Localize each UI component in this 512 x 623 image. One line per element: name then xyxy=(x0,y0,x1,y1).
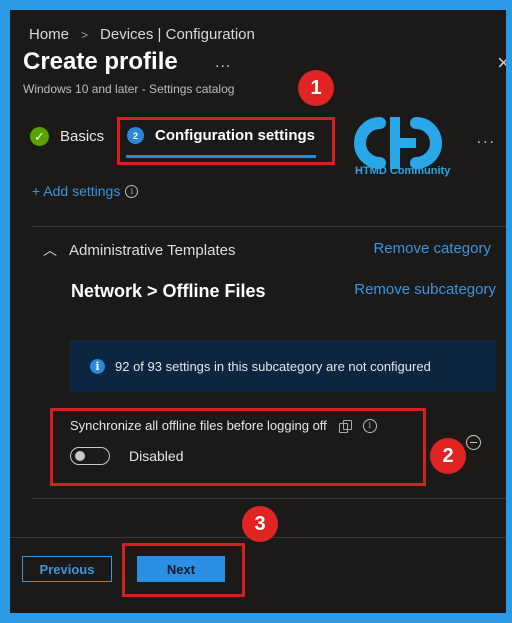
close-icon[interactable]: × xyxy=(497,50,506,76)
callout-badge-3: 3 xyxy=(242,506,278,542)
banner-text: 92 of 93 settings in this subcategory ar… xyxy=(115,358,431,374)
remove-category-link[interactable]: Remove category xyxy=(373,240,491,257)
highlight-box-setting xyxy=(50,408,426,486)
breadcrumb-current[interactable]: Devices | Configuration xyxy=(100,26,255,43)
divider xyxy=(32,226,506,227)
info-icon[interactable]: i xyxy=(125,184,139,198)
add-settings-link[interactable]: + Add settings i xyxy=(32,183,139,199)
tab-basics-label: Basics xyxy=(60,128,105,145)
breadcrumb-home[interactable]: Home xyxy=(29,26,69,43)
callout-badge-1: 1 xyxy=(298,70,334,106)
page-subtitle: Windows 10 and later - Settings catalog xyxy=(23,82,235,96)
add-settings-label: + Add settings xyxy=(32,183,121,199)
htmd-logo xyxy=(354,117,442,169)
checkmark-icon: ✓ xyxy=(30,127,49,146)
remove-subcategory-link[interactable]: Remove subcategory xyxy=(354,281,496,298)
logo-text: HTMD Community xyxy=(355,165,451,177)
subcategory-title: Network > Offline Files xyxy=(71,281,266,301)
category-name: Administrative Templates xyxy=(69,241,236,259)
category-header[interactable]: ︿ Administrative Templates xyxy=(43,240,235,260)
previous-button[interactable]: Previous xyxy=(22,556,112,582)
more-options-icon[interactable]: ... xyxy=(215,54,231,72)
info-icon: i xyxy=(90,358,105,374)
tabs-more-icon[interactable]: ... xyxy=(477,130,496,148)
callout-badge-2: 2 xyxy=(430,438,466,474)
breadcrumb: Home > Devices | Configuration xyxy=(29,26,255,43)
breadcrumb-separator: > xyxy=(81,27,89,42)
chevron-up-icon[interactable]: ︿ xyxy=(43,240,59,260)
page-title: Create profile xyxy=(23,48,178,75)
highlight-box-next xyxy=(122,543,245,597)
tab-basics[interactable]: ✓ Basics xyxy=(30,127,104,146)
info-banner: i 92 of 93 settings in this subcategory … xyxy=(70,340,496,392)
portal-window: Home > Devices | Configuration × Create … xyxy=(10,10,506,613)
remove-setting-icon[interactable] xyxy=(466,435,481,450)
divider xyxy=(32,498,506,499)
highlight-box-tab xyxy=(117,117,335,165)
